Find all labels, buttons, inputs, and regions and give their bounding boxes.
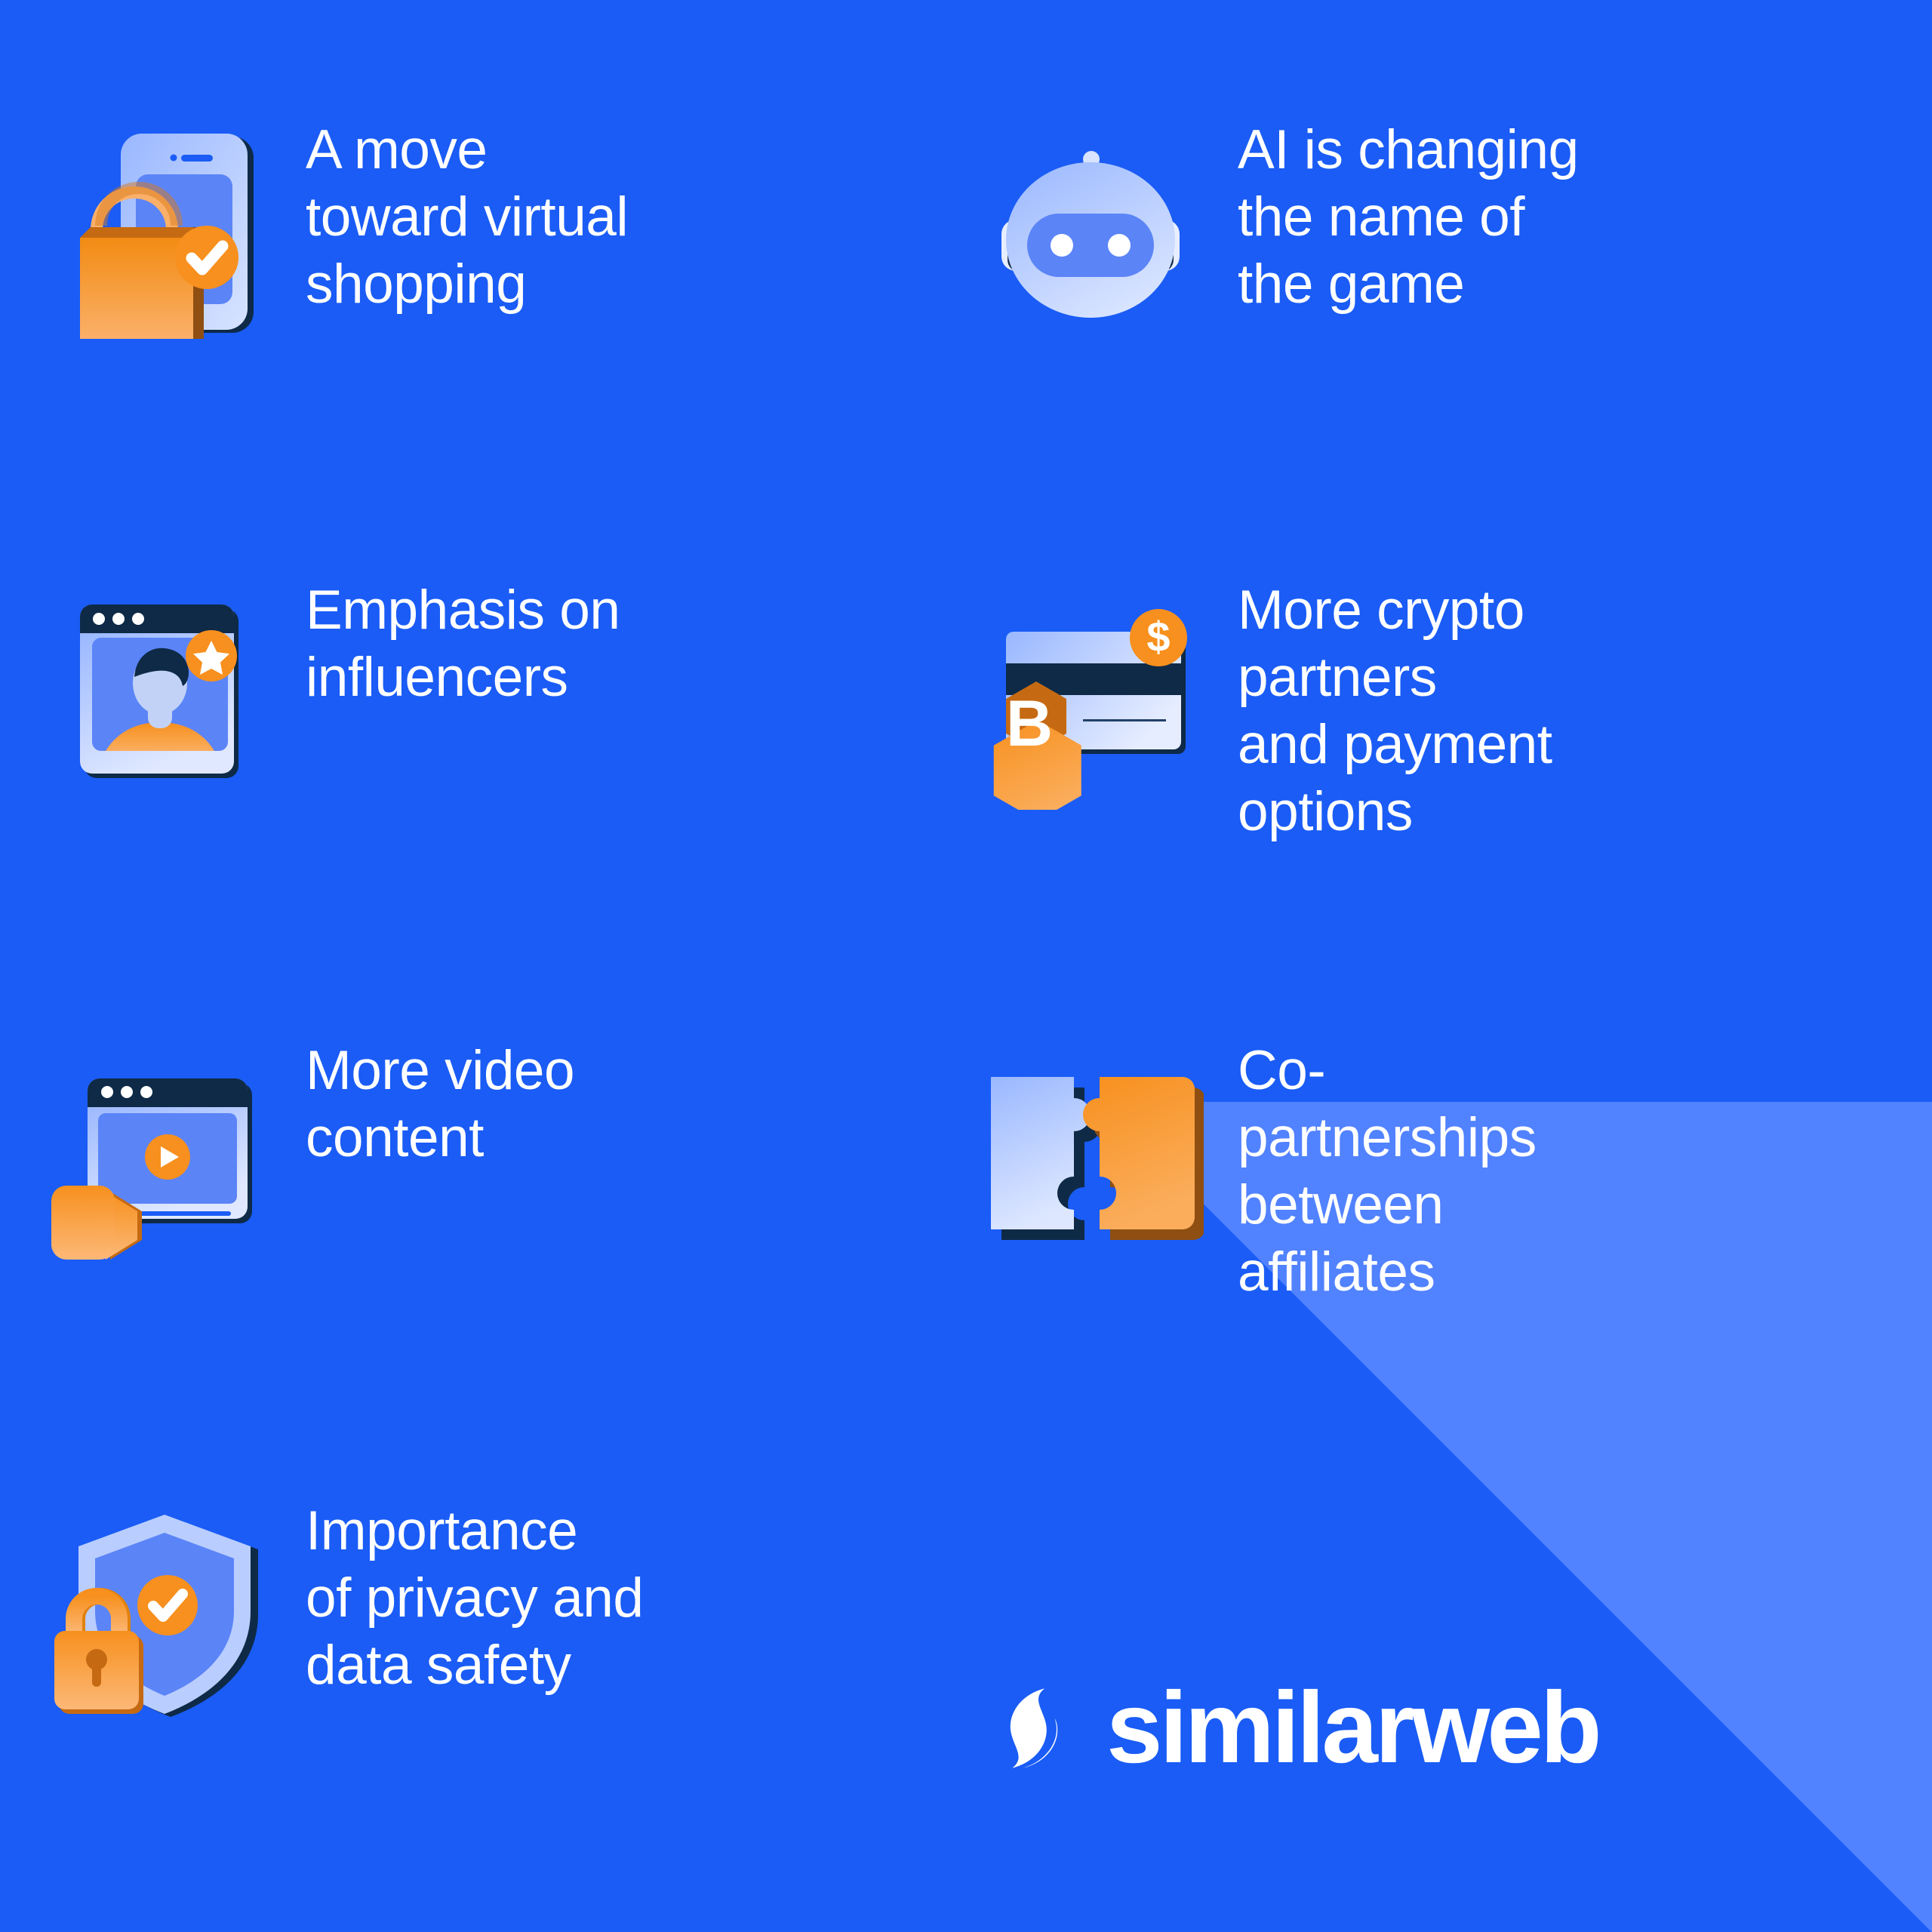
puzzle-pieces-icon [966, 1032, 1215, 1281]
trend-label: Co- partnerships between affiliates [1238, 1040, 1537, 1303]
trend-label: More video content [306, 1040, 575, 1169]
robot-icon [966, 112, 1215, 361]
trend-label: Importance of privacy and data safety [306, 1500, 644, 1697]
shield-lock-icon [34, 1493, 283, 1742]
trend-label: A move toward virtual shopping [306, 119, 629, 315]
trend-item-video: More video content [34, 1011, 966, 1472]
brand-logo: similarweb [966, 1472, 1898, 1932]
crypto-credit-card-icon: $ B [966, 572, 1215, 821]
trend-item-co-partnerships: Co- partnerships between affiliates [966, 1011, 1898, 1472]
trend-item-privacy: Importance of privacy and data safety [34, 1472, 966, 1932]
trend-item-influencers: Emphasis on influencers [34, 551, 966, 1011]
similarweb-s-mark-icon [1010, 1688, 1058, 1768]
trend-label: Emphasis on influencers [306, 580, 620, 709]
influencer-window-icon [34, 572, 283, 821]
trend-label: AI is changing the name of the game [1238, 119, 1579, 315]
trend-item-ai: AI is changing the name of the game [966, 91, 1898, 551]
svg-text:$: $ [1146, 613, 1170, 660]
trend-label: More crypto partners and payment options [1238, 580, 1552, 843]
brand-name: similarweb [1106, 1672, 1602, 1784]
trend-item-virtual-shopping: A move toward virtual shopping [34, 91, 966, 551]
trend-item-crypto: $ B More crypto partners and payment opt… [966, 551, 1898, 1011]
svg-text:B: B [1006, 688, 1053, 760]
trends-grid: A move toward virtual shopping AI is cha… [0, 0, 1932, 1932]
shopping-bag-phone-icon [34, 112, 283, 361]
video-window-icon [34, 1032, 283, 1281]
